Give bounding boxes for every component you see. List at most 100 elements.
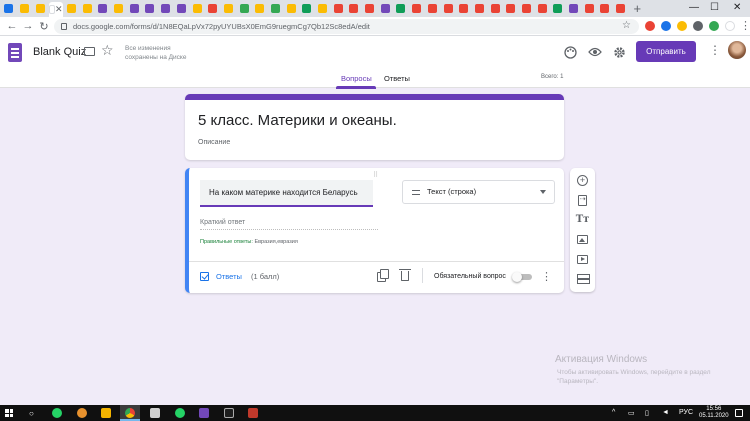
browser-tab[interactable] <box>582 2 596 15</box>
import-questions-button[interactable]: ⇢ <box>576 194 589 207</box>
app-icon[interactable] <box>224 408 234 418</box>
add-video-button[interactable] <box>576 253 589 266</box>
add-title-button[interactable]: Tт <box>576 213 590 226</box>
more-options-icon[interactable]: ⋮ <box>709 43 721 57</box>
browser-tab[interactable] <box>128 2 142 15</box>
tab-questions[interactable]: Вопросы <box>341 74 372 83</box>
profile-icon[interactable] <box>709 21 719 31</box>
browser-tab[interactable] <box>347 2 361 15</box>
notifications-icon[interactable] <box>735 409 743 417</box>
star-icon[interactable]: ☆ <box>101 42 114 59</box>
form-title[interactable]: 5 класс. Материки и океаны. <box>198 112 397 129</box>
browser-tab[interactable] <box>112 2 126 15</box>
browser-tab[interactable] <box>80 2 94 15</box>
browser-tab[interactable]: ✕ <box>49 2 63 17</box>
battery-icon[interactable]: ▯ <box>645 409 649 417</box>
browser-tab[interactable] <box>300 2 314 15</box>
search-icon[interactable]: ○ <box>29 409 34 418</box>
browser-tab[interactable] <box>410 2 424 15</box>
extension-icon[interactable] <box>677 21 687 31</box>
volume-icon[interactable]: ◄ <box>662 409 669 416</box>
app-icon[interactable] <box>199 408 209 418</box>
palette-icon[interactable] <box>562 44 578 60</box>
maximize-icon[interactable]: ☐ <box>710 2 719 14</box>
form-title-card[interactable]: 5 класс. Материки и океаны. Описание <box>185 94 564 160</box>
question-type-select[interactable]: Текст (строка) <box>402 180 555 204</box>
minimize-icon[interactable]: — <box>689 2 699 14</box>
extension-icon[interactable] <box>661 21 671 31</box>
question-more-icon[interactable]: ⋮ <box>541 270 552 283</box>
document-title[interactable]: Blank Quiz <box>33 46 86 58</box>
browser-tab[interactable] <box>598 2 612 15</box>
send-button[interactable]: Отправить <box>636 41 696 62</box>
browser-tab[interactable] <box>159 2 173 15</box>
browser-tab[interactable] <box>535 2 549 15</box>
browser-tab[interactable] <box>488 2 502 15</box>
browser-tab[interactable] <box>175 2 189 15</box>
url-input[interactable]: docs.google.com/forms/d/1N8EQaLpVx72pyUY… <box>54 19 639 34</box>
add-image-button[interactable] <box>576 233 589 246</box>
windows-start-icon[interactable] <box>5 409 13 417</box>
forward-icon[interactable]: → <box>20 20 36 32</box>
browser-tab[interactable] <box>426 2 440 15</box>
browser-tab[interactable] <box>269 2 283 15</box>
browser-tab[interactable] <box>394 2 408 15</box>
browser-tab[interactable] <box>2 2 16 15</box>
drag-handle-icon[interactable]: ⠿ <box>373 171 378 179</box>
browser-tab[interactable] <box>520 2 534 15</box>
language-indicator[interactable]: РУС <box>679 409 693 416</box>
browser-tab[interactable] <box>331 2 345 15</box>
whatsapp-icon[interactable] <box>52 408 62 418</box>
clock[interactable]: 15:56 05.11.2020 <box>699 406 729 420</box>
duplicate-icon[interactable] <box>377 269 389 282</box>
extension-icon[interactable] <box>725 21 735 31</box>
forms-logo-icon[interactable] <box>8 43 22 62</box>
back-icon[interactable]: ← <box>4 20 20 32</box>
preview-eye-icon[interactable] <box>587 44 603 60</box>
required-toggle[interactable] <box>512 271 532 282</box>
add-section-button[interactable] <box>576 272 590 285</box>
browser-tab[interactable] <box>551 2 565 15</box>
extension-icon[interactable] <box>645 21 655 31</box>
browser-tab[interactable] <box>316 2 330 15</box>
browser-tab[interactable] <box>253 2 267 15</box>
browser-tab[interactable] <box>363 2 377 15</box>
browser-tab[interactable] <box>379 2 393 15</box>
app-icon[interactable] <box>150 408 160 418</box>
settings-gear-icon[interactable] <box>611 44 627 60</box>
browser-tab[interactable] <box>284 2 298 15</box>
reload-icon[interactable]: ↻ <box>36 20 52 33</box>
browser-tab[interactable] <box>96 2 110 15</box>
browser-tab[interactable] <box>441 2 455 15</box>
browser-tab[interactable] <box>206 2 220 15</box>
browser-tab[interactable] <box>222 2 236 15</box>
folder-icon[interactable] <box>84 47 95 56</box>
browser-tab[interactable] <box>190 2 204 15</box>
question-title-input[interactable]: На каком материке находится Беларусь <box>200 180 373 207</box>
answer-key-button[interactable]: Ответы <box>216 272 242 281</box>
browser-tab[interactable] <box>473 2 487 15</box>
browser-tab[interactable] <box>18 2 32 15</box>
delete-icon[interactable] <box>399 269 411 281</box>
folder-app-icon[interactable] <box>101 408 111 418</box>
tab-responses[interactable]: Ответы <box>384 74 410 83</box>
extension-icon[interactable] <box>693 21 703 31</box>
browser-tab[interactable] <box>567 2 581 15</box>
add-question-button[interactable]: + <box>576 174 589 187</box>
answer-key-checkbox-icon[interactable] <box>200 272 209 281</box>
close-window-icon[interactable]: ✕ <box>733 2 741 14</box>
app-icon[interactable] <box>77 408 87 418</box>
browser-tab[interactable] <box>614 2 628 15</box>
form-description[interactable]: Описание <box>198 139 230 146</box>
browser-tab[interactable] <box>143 2 157 15</box>
chrome-icon[interactable] <box>125 408 135 418</box>
network-icon[interactable]: ▭ <box>628 409 635 417</box>
question-card[interactable]: ⠿ На каком материке находится Беларусь Т… <box>185 168 564 293</box>
browser-tab[interactable] <box>504 2 518 15</box>
new-tab-button[interactable]: + <box>634 2 642 15</box>
avatar[interactable] <box>728 41 746 59</box>
close-tab-icon[interactable]: ✕ <box>55 5 63 14</box>
browser-tab[interactable] <box>33 2 47 15</box>
browser-tab[interactable] <box>237 2 251 15</box>
app-icon[interactable] <box>248 408 258 418</box>
